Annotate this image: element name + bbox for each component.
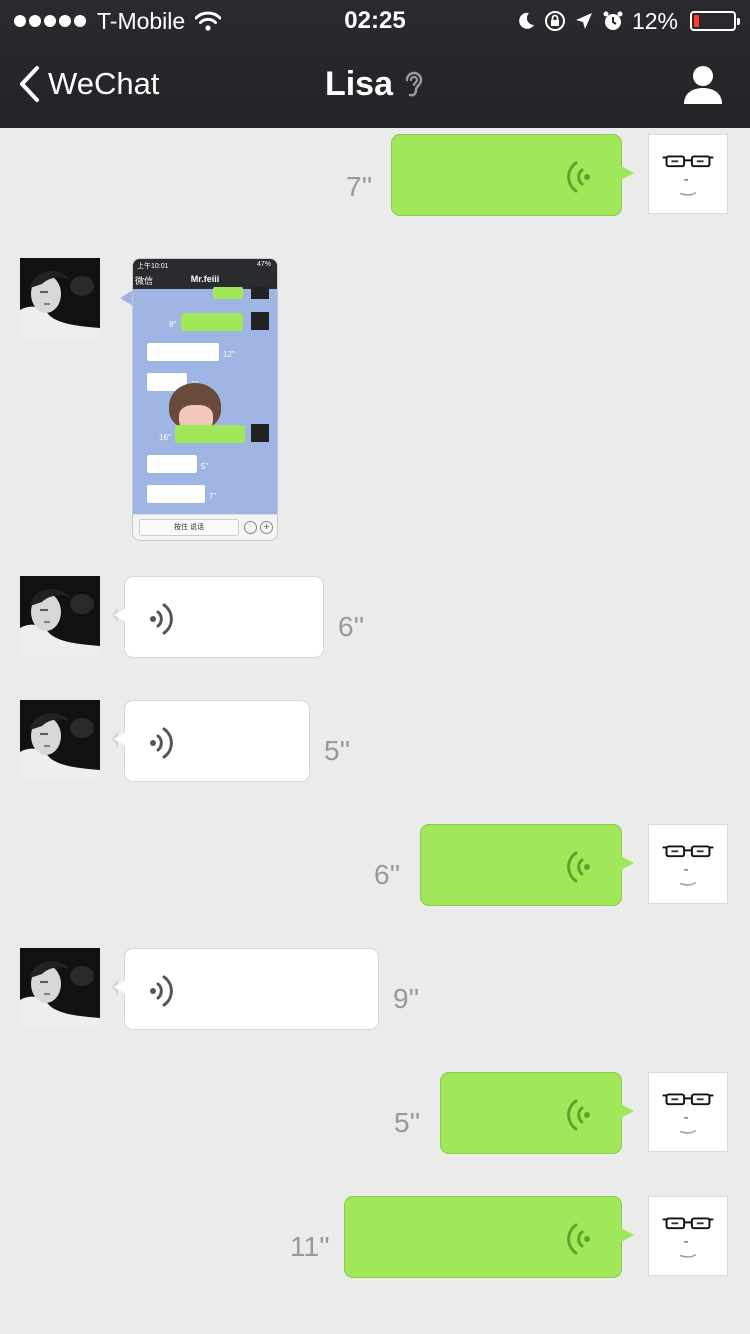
image-duration: 16'' [159, 433, 171, 442]
my-avatar[interactable] [648, 824, 728, 904]
image-duration: 5'' [201, 462, 209, 471]
back-button[interactable]: WeChat [18, 62, 159, 106]
my-avatar[interactable] [648, 1196, 728, 1276]
lisa-avatar[interactable] [20, 700, 100, 780]
voice-message-outgoing[interactable] [440, 1072, 634, 1154]
voice-message-outgoing[interactable] [420, 824, 634, 906]
ear-icon [405, 71, 423, 97]
voice-wave-icon [147, 725, 173, 761]
chevron-left-icon [20, 66, 39, 102]
image-green-bubble [213, 287, 243, 299]
voice-duration: 6'' [374, 859, 401, 890]
voice-wave-icon [567, 159, 593, 195]
image-status-time: 上午10:01 [137, 263, 169, 270]
voice-message-incoming[interactable] [112, 700, 310, 782]
voice-duration: 5'' [394, 1107, 421, 1138]
image-white-bubble [147, 485, 205, 503]
voice-wave-icon [567, 1097, 593, 1133]
voice-duration: 5'' [324, 735, 351, 766]
battery-icon [690, 11, 740, 31]
lisa-avatar[interactable] [20, 576, 100, 656]
location-arrow-icon [575, 13, 592, 29]
image-avatar [251, 424, 269, 442]
image-avatar [251, 287, 269, 299]
image-nav-bar: 上午10:01 47% 微信 Mr.feiii [133, 259, 277, 289]
battery-percentage: 12% [631, 8, 678, 34]
battery-level [694, 15, 699, 27]
lisa-avatar[interactable] [20, 948, 100, 1028]
alarm-icon [603, 11, 623, 30]
image-emoji-icon [244, 521, 257, 534]
image-green-bubble [175, 425, 245, 443]
image-message[interactable]: 上午10:01 47% 微信 Mr.feiii 8'' 12'' 3'' 16'… [132, 258, 278, 541]
lisa-avatar[interactable] [20, 258, 100, 338]
voice-wave-icon [147, 973, 173, 1009]
voice-wave-icon [147, 601, 173, 637]
image-avatar [251, 312, 269, 330]
image-duration: 7'' [209, 492, 217, 501]
voice-wave-icon [567, 1221, 593, 1257]
voice-message-outgoing[interactable] [344, 1196, 634, 1278]
voice-duration: 9'' [393, 983, 420, 1014]
image-input-label: 按住 说话 [139, 519, 239, 536]
image-input-bar: 按住 说话 + [133, 514, 277, 540]
voice-message-incoming[interactable] [112, 576, 324, 658]
status-right: 12% [516, 6, 740, 36]
image-status-battery: 47% [256, 261, 271, 268]
navigation-header: T-Mobile 02:25 12% WeChat Lisa [0, 0, 750, 128]
my-avatar[interactable] [648, 1072, 728, 1152]
voice-message-incoming[interactable] [112, 948, 379, 1030]
voice-duration: 7'' [346, 171, 373, 202]
image-duration: 12'' [223, 350, 235, 359]
image-duration: 8'' [169, 320, 177, 329]
image-white-bubble [147, 343, 219, 361]
back-label: WeChat [48, 66, 160, 101]
rotation-lock-icon [544, 11, 565, 31]
page-title: Lisa [324, 64, 394, 103]
moon-icon [519, 12, 534, 29]
image-white-bubble [147, 455, 197, 473]
image-plus-icon: + [260, 521, 273, 534]
voice-duration: 6'' [338, 611, 365, 642]
voice-duration: 11'' [290, 1231, 330, 1262]
profile-icon[interactable] [682, 64, 724, 106]
my-avatar[interactable] [648, 134, 728, 214]
image-title: Mr.feiii [190, 274, 220, 284]
voice-wave-icon [567, 849, 593, 885]
voice-message-outgoing[interactable] [391, 134, 634, 216]
image-green-bubble [181, 313, 243, 331]
